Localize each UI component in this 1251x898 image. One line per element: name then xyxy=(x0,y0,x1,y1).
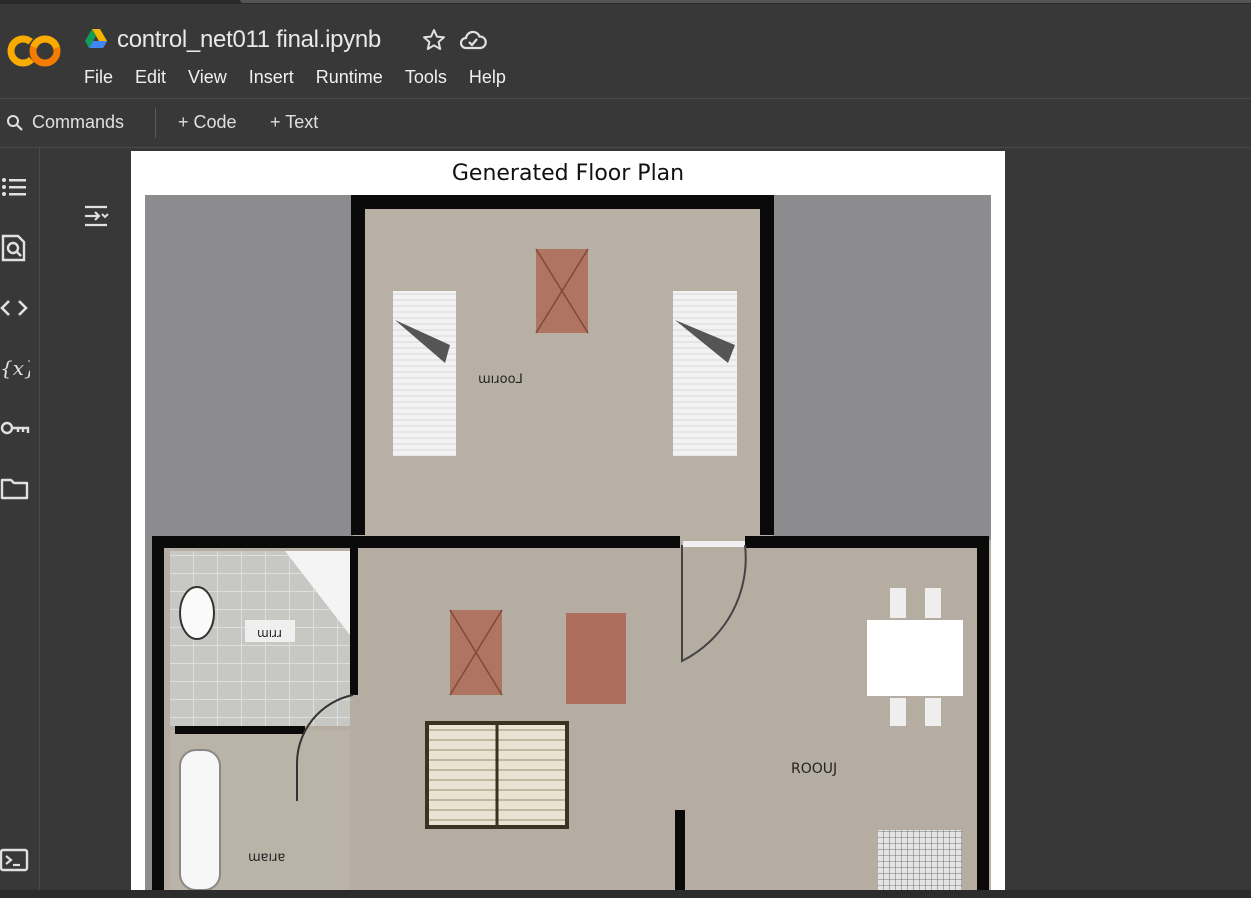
menu-help[interactable]: Help xyxy=(469,67,506,88)
chair-3 xyxy=(890,698,906,726)
bottom-edge xyxy=(0,890,1251,898)
bathtub xyxy=(179,749,221,890)
colab-logo[interactable] xyxy=(6,32,64,70)
partition-wall xyxy=(675,810,685,890)
add-text-button[interactable]: + Text xyxy=(270,112,318,133)
lower-table-2 xyxy=(566,613,626,704)
plot-title: Generated Floor Plan xyxy=(451,161,685,186)
files-folder-icon[interactable] xyxy=(0,473,30,503)
toolbar-divider xyxy=(0,147,1251,148)
left-sidebar: {x} xyxy=(0,148,40,890)
window-top-edge xyxy=(0,0,1251,4)
output-collapse-icon[interactable] xyxy=(82,202,112,230)
menu-insert[interactable]: Insert xyxy=(249,67,294,88)
cloud-saved-icon[interactable] xyxy=(459,29,487,53)
commands-button[interactable]: Commands xyxy=(32,112,124,133)
notebook-toolbar: Commands + Code + Text xyxy=(0,99,1251,147)
menu-view[interactable]: View xyxy=(188,67,227,88)
menu-runtime[interactable]: Runtime xyxy=(316,67,383,88)
star-icon[interactable] xyxy=(422,28,446,52)
find-icon[interactable] xyxy=(0,233,30,263)
door-opening xyxy=(683,541,745,547)
floor-grate xyxy=(878,830,962,890)
search-icon[interactable] xyxy=(6,114,24,132)
chair-2 xyxy=(925,588,941,618)
top-room-label: ɯıɹoo⅃ xyxy=(478,372,523,387)
chair-1 xyxy=(890,588,906,618)
secrets-key-icon[interactable] xyxy=(0,413,30,443)
cell-output: Generated Floor Plan ɯıɹɹ ɯɐıɹɐ ɯıɹoo⅃ R… xyxy=(131,151,1005,890)
variables-icon[interactable]: {x} xyxy=(0,353,30,383)
table-of-contents-icon[interactable] xyxy=(0,173,30,203)
bed-left xyxy=(393,291,456,456)
bed-right xyxy=(673,291,737,456)
right-room-label: ROOUJ xyxy=(791,761,837,777)
menu-edit[interactable]: Edit xyxy=(135,67,166,88)
add-code-button[interactable]: + Code xyxy=(178,112,237,133)
chair-4 xyxy=(925,698,941,726)
google-drive-icon xyxy=(85,29,107,48)
code-snippets-icon[interactable] xyxy=(0,293,30,323)
menu-file[interactable]: File xyxy=(84,67,113,88)
terminal-icon[interactable] xyxy=(0,845,30,875)
dining-table xyxy=(867,620,963,696)
toilet xyxy=(179,586,215,640)
bath-label: ɯıɹɹ xyxy=(257,626,282,640)
menu-tools[interactable]: Tools xyxy=(405,67,447,88)
floor-plan-image: ɯıɹɹ ɯɐıɹɐ ɯıɹoo⅃ ROOUJ xyxy=(145,195,991,890)
bath2-label: ɯɐıɹɐ xyxy=(248,850,285,865)
notebook-title[interactable]: control_net011 final.ipynb xyxy=(117,26,381,54)
svg-text:{x}: {x} xyxy=(0,356,30,380)
menu-bar: File Edit View Insert Runtime Tools Help xyxy=(84,67,528,88)
tab-strip-edge xyxy=(240,0,1251,3)
toolbar-separator xyxy=(155,108,156,138)
